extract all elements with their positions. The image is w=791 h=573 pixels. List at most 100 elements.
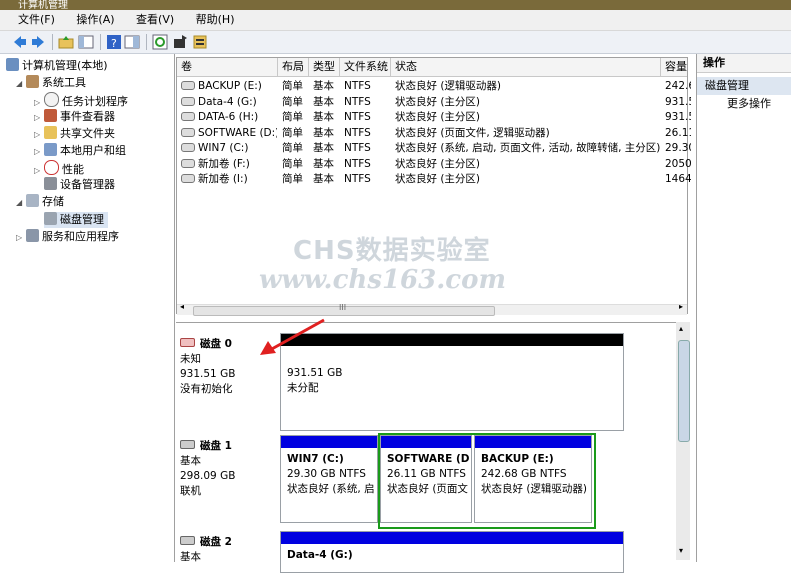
table-row[interactable]: DATA-6 (H:) 简单基本 NTFS 状态良好 (主分区) 931.5 <box>177 110 691 125</box>
tree-storage[interactable]: ◢ 存储 <box>16 194 64 211</box>
vertical-scroll-thumb[interactable] <box>678 340 690 442</box>
partition-software-d[interactable]: SOFTWARE (D 26.11 GB NTFS 状态良好 (页面文 <box>380 435 472 523</box>
back-icon[interactable] <box>12 34 28 50</box>
table-row[interactable]: Data-4 (G:) 简单基本 NTFS 状态良好 (主分区) 931.5 <box>177 95 691 110</box>
cell-fs: NTFS <box>344 80 371 92</box>
tree-item-local-users[interactable]: ▷ 本地用户和组 <box>34 143 126 160</box>
cell-status: 状态良好 (主分区) <box>395 157 481 170</box>
cell-type: 基本 <box>313 111 334 123</box>
up-folder-icon[interactable] <box>58 34 74 50</box>
disk-0-label[interactable]: 磁盘 0 未知 931.51 GB 没有初始化 <box>180 337 270 397</box>
actions-pane: 操作 磁盘管理 更多操作 <box>696 54 791 562</box>
export-icon[interactable] <box>172 34 188 50</box>
tree-disk-management[interactable]: 磁盘管理 <box>44 212 108 228</box>
horizontal-scrollbar[interactable]: ◂ III ▸ <box>177 302 687 316</box>
services-icon <box>26 229 39 242</box>
expand-icon[interactable]: ▷ <box>34 110 44 126</box>
vertical-scrollbar[interactable]: ▴ ▾ <box>676 322 690 560</box>
forward-icon[interactable] <box>30 34 46 50</box>
col-filesystem[interactable]: 文件系统 <box>340 58 391 76</box>
menu-action[interactable]: 操作(A) <box>76 10 114 30</box>
cell-status: 状态良好 (主分区) <box>395 111 481 123</box>
cell-layout: 简单 <box>282 142 303 154</box>
refresh-icon[interactable] <box>152 34 168 50</box>
menu-help[interactable]: 帮助(H) <box>196 10 235 30</box>
volume-icon <box>181 143 195 152</box>
tree-root[interactable]: 计算机管理(本地) <box>6 58 108 74</box>
cell-cap: 26.11 <box>665 126 691 139</box>
tree-item-shared-folders[interactable]: ▷ 共享文件夹 <box>34 126 115 143</box>
disk-1-label[interactable]: 磁盘 1 基本 298.09 GB 联机 <box>180 439 270 499</box>
tree-services[interactable]: ▷ 服务和应用程序 <box>16 229 119 246</box>
scroll-right-icon[interactable]: ▸ <box>679 302 683 311</box>
cell-fs: NTFS <box>344 126 371 139</box>
table-row[interactable]: BACKUP (E:) 简单基本 NTFS 状态良好 (逻辑驱动器) 242.6 <box>177 79 691 94</box>
disk-map: 磁盘 0 未知 931.51 GB 没有初始化 931.51 GB 未分配 磁盘… <box>176 322 686 573</box>
cell-layout: 简单 <box>282 111 303 123</box>
col-status[interactable]: 状态 <box>391 58 661 76</box>
cell-name: WIN7 (C:) <box>177 141 277 156</box>
horizontal-scroll-thumb[interactable]: III <box>193 303 495 316</box>
show-hide-tree-icon[interactable] <box>78 34 94 50</box>
collapse-icon[interactable]: ◢ <box>16 195 26 211</box>
col-volume[interactable]: 卷 <box>177 58 278 76</box>
volume-icon <box>181 81 195 90</box>
cell-name: BACKUP (E:) <box>177 79 277 94</box>
tree-item-event-viewer[interactable]: ▷ 事件查看器 <box>34 109 115 126</box>
more-actions-link[interactable]: 更多操作 <box>697 95 791 113</box>
actions-header: 操作 <box>697 54 791 73</box>
table-row[interactable]: SOFTWARE (D:) 简单 基本 NTFS 状态良好 (页面文件, 逻辑驱动器) 2… <box>177 126 691 141</box>
disk-icon <box>180 338 195 347</box>
col-layout[interactable]: 布局 <box>278 58 309 76</box>
tree-item-device-manager[interactable]: 设备管理器 <box>44 177 115 193</box>
menu-bar: 文件(F) 操作(A) 查看(V) 帮助(H) <box>0 10 791 31</box>
expand-icon[interactable]: ▷ <box>16 230 26 246</box>
scroll-up-icon[interactable]: ▴ <box>679 324 683 333</box>
users-icon <box>44 143 57 156</box>
scroll-left-icon[interactable]: ◂ <box>180 302 184 311</box>
cell-type: 基本 <box>313 95 334 108</box>
cell-name: 新加卷 (F:) <box>177 157 277 172</box>
volume-list: 卷 布局 类型 文件系统 状态 容量 BACKUP (E:) 简单 基本 NTFS 状态… <box>176 57 691 316</box>
main-pane: 卷 布局 类型 文件系统 状态 容量 BACKUP (E:) 简单 基本 NTFS 状态… <box>176 54 693 573</box>
tree-system-tools[interactable]: ◢ 系统工具 <box>16 75 86 92</box>
actions-section-disk-management[interactable]: 磁盘管理 <box>697 77 791 95</box>
help-icon[interactable]: ? <box>106 34 122 50</box>
table-row[interactable]: 新加卷 (I:) 简单基本 NTFS 状态良好 (主分区) 1464. <box>177 172 691 187</box>
cell-type: 基本 <box>313 157 334 170</box>
expand-icon[interactable]: ▷ <box>34 163 44 179</box>
partition-win7-c[interactable]: WIN7 (C:) 29.30 GB NTFS 状态良好 (系统, 启 <box>280 435 378 523</box>
table-row[interactable]: 新加卷 (F:) 简单基本 NTFS 状态良好 (主分区) 2050. <box>177 157 691 172</box>
disk-icon <box>180 536 195 545</box>
cell-name: Data-4 (G:) <box>177 95 277 110</box>
disk-2-label[interactable]: 磁盘 2 基本 <box>180 535 270 565</box>
cell-status: 状态良好 (逻辑驱动器) <box>395 80 502 92</box>
expand-icon[interactable]: ▷ <box>34 127 44 143</box>
volume-icon <box>181 174 195 183</box>
scroll-down-icon[interactable]: ▾ <box>679 546 683 555</box>
cell-layout: 简单 <box>282 126 303 139</box>
volume-icon <box>181 96 195 106</box>
expand-icon[interactable]: ▷ <box>34 144 44 160</box>
clock-icon <box>44 92 59 107</box>
cell-type: 基本 <box>313 126 334 139</box>
col-type[interactable]: 类型 <box>309 58 340 76</box>
menu-view[interactable]: 查看(V) <box>136 10 174 30</box>
cell-status: 状态良好 (主分区) <box>395 95 481 108</box>
table-row[interactable]: WIN7 (C:) 简单 基本 NTFS 状态良好 (系统, 启动, 页面文件, 活动,… <box>177 141 691 156</box>
collapse-icon[interactable]: ◢ <box>16 76 26 92</box>
col-capacity[interactable]: 容量 <box>661 58 691 76</box>
partition-backup-e[interactable]: BACKUP (E:) 242.68 GB NTFS 状态良好 (逻辑驱动器) <box>474 435 592 523</box>
cell-status: 状态良好 (系统, 启动, 页面文件, 活动, 故障转储, 主分区) <box>395 142 660 154</box>
properties-icon[interactable] <box>124 34 140 50</box>
menu-file[interactable]: 文件(F) <box>18 10 55 30</box>
volume-icon <box>181 112 195 121</box>
cell-fs: NTFS <box>344 95 371 108</box>
cell-cap: 2050. <box>665 157 691 170</box>
disk-0-unallocated[interactable]: 931.51 GB 未分配 <box>280 333 624 431</box>
cell-type: 基本 <box>313 80 334 92</box>
storage-icon <box>26 194 39 207</box>
watermark-title: CHS数据实验室 <box>293 236 491 266</box>
disk-settings-icon[interactable] <box>192 34 208 50</box>
partition-data4-g[interactable]: Data-4 (G:) <box>280 531 624 573</box>
